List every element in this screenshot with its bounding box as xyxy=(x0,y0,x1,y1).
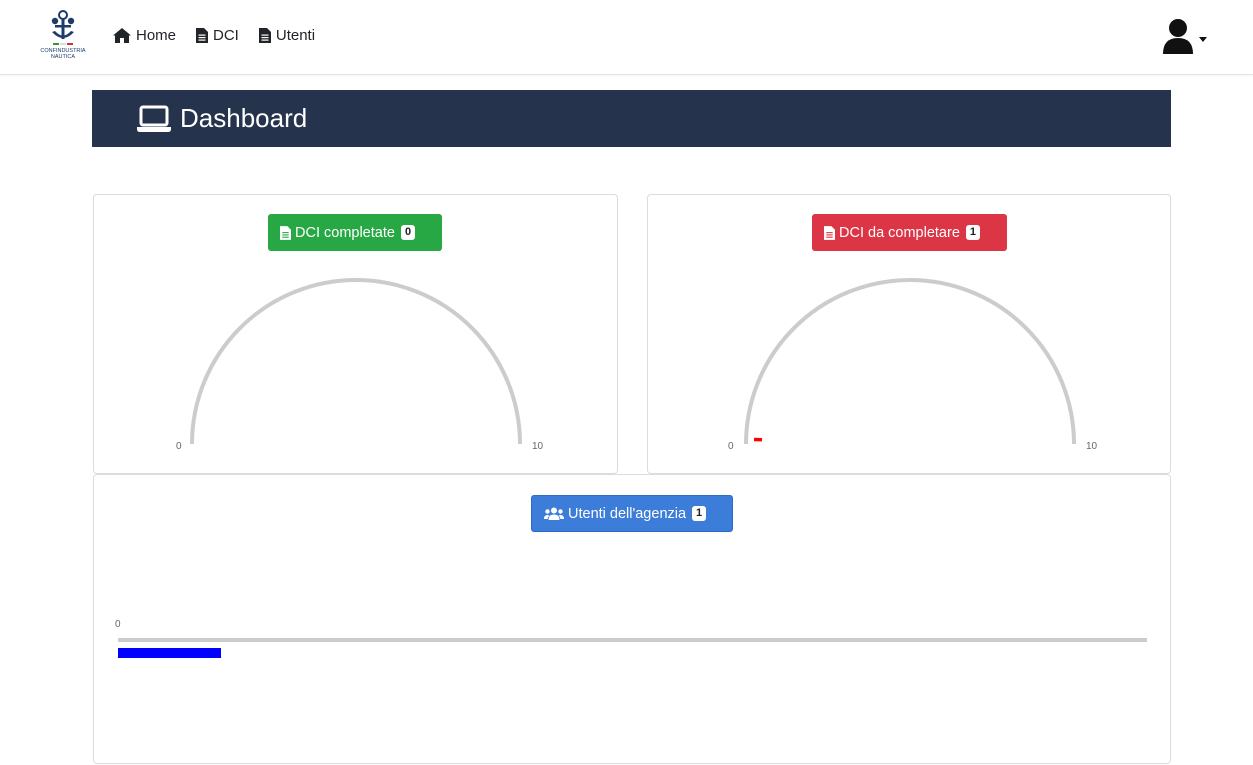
bar-min-label: 0 xyxy=(115,619,121,630)
nav-home-label: Home xyxy=(136,27,176,44)
logo-text: CONFINDUSTRIA NAUTICA xyxy=(33,48,93,60)
gauge-min-label: 0 xyxy=(728,441,734,452)
top-navbar: CONFINDUSTRIA NAUTICA Home DCI xyxy=(0,0,1253,75)
document-icon xyxy=(196,28,208,43)
nav-home[interactable]: Home xyxy=(113,27,176,44)
confindustria-nautica-logo[interactable]: CONFINDUSTRIA NAUTICA xyxy=(33,10,93,64)
laptop-icon xyxy=(137,105,171,133)
dci-completed-gauge: 0 10 xyxy=(94,195,619,475)
agency-users-bar: 0 xyxy=(94,475,1172,765)
dci-to-complete-card: DCI da completare 1 0 10 xyxy=(647,194,1171,474)
bar-track xyxy=(118,638,1147,642)
anchor-icon xyxy=(33,10,93,48)
gauge-max-label: 10 xyxy=(1086,441,1098,452)
dci-to-complete-gauge: 0 10 xyxy=(648,195,1172,475)
user-menu-dropdown[interactable] xyxy=(1163,18,1207,54)
chevron-down-icon xyxy=(1199,37,1207,42)
gauge-min-label: 0 xyxy=(176,441,182,452)
dci-completed-card: DCI completate 0 0 10 xyxy=(93,194,618,474)
bar-value-fill xyxy=(118,648,221,658)
main-nav: Home DCI Utenti xyxy=(113,27,315,44)
user-icon xyxy=(1163,18,1193,54)
nav-dci-label: DCI xyxy=(213,27,239,44)
agency-users-card: Utenti dell'agenzia 1 0 xyxy=(93,474,1171,764)
nav-utenti-label: Utenti xyxy=(276,27,315,44)
page-title: Dashboard xyxy=(180,103,307,134)
nav-dci[interactable]: DCI xyxy=(196,27,239,44)
home-icon xyxy=(113,28,131,43)
dashboard-header: Dashboard xyxy=(92,90,1171,147)
nav-utenti[interactable]: Utenti xyxy=(259,27,315,44)
document-icon xyxy=(259,28,271,43)
gauge-max-label: 10 xyxy=(532,441,544,452)
